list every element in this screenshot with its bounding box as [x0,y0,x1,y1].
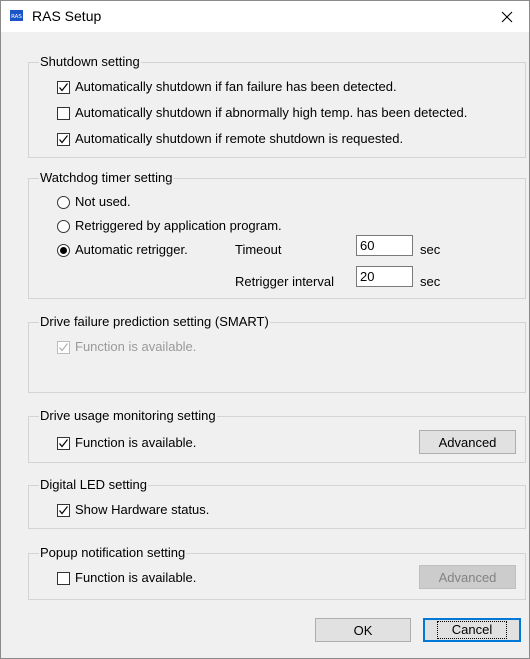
smart-setting-title: Drive failure prediction setting (SMART) [39,314,270,330]
show-hardware-status-checkbox[interactable] [57,503,70,517]
high-temp-checkbox-row[interactable]: Automatically shutdown if abnormally hig… [57,105,467,121]
watchdog-timer-group: Watchdog timer setting Not used. Retrigg… [28,170,526,299]
smart-function-checkbox[interactable] [57,340,70,354]
remote-shutdown-label: Automatically shutdown if remote shutdow… [75,131,404,146]
popup-notification-title: Popup notification setting [39,545,187,561]
digital-led-title: Digital LED setting [39,477,148,493]
ras-app-icon: RAS [10,10,23,21]
timeout-input[interactable]: 60 [356,235,413,256]
popup-advanced-button[interactable]: Advanced [419,565,516,589]
cancel-button[interactable]: Cancel [423,618,521,642]
not-used-radio[interactable] [57,195,70,209]
smart-function-checkbox-row[interactable]: Function is available. [57,339,196,355]
drive-usage-function-label: Function is available. [75,435,197,450]
not-used-label: Not used. [75,194,131,209]
show-hardware-status-row[interactable]: Show Hardware status. [57,502,209,518]
close-button[interactable] [485,1,529,32]
retrigger-interval-input[interactable]: 20 [356,266,413,287]
smart-setting-group: Drive failure prediction setting (SMART)… [28,314,526,393]
popup-function-checkbox-row[interactable]: Function is available. [57,570,196,586]
window-title: RAS Setup [32,8,102,24]
fan-failure-checkbox[interactable] [57,80,70,94]
timeout-unit: sec [420,242,441,257]
remote-shutdown-checkbox-row[interactable]: Automatically shutdown if remote shutdow… [57,131,403,147]
drive-usage-group: Drive usage monitoring setting Function … [28,408,526,463]
automatic-retrigger-radio-row[interactable]: Automatic retrigger. [57,242,188,258]
check-icon [59,505,68,514]
popup-notification-group: Popup notification setting Function is a… [28,545,526,600]
high-temp-checkbox[interactable] [57,106,70,120]
check-icon [59,438,68,447]
check-icon [59,342,68,351]
close-icon [501,11,513,22]
digital-led-group: Digital LED setting Show Hardware status… [28,477,526,529]
remote-shutdown-checkbox[interactable] [57,132,70,146]
shutdown-setting-group: Shutdown setting Automatically shutdown … [28,54,526,158]
smart-function-label: Function is available. [75,339,197,354]
retrigger-interval-label: Retrigger interval [235,274,334,289]
retriggered-app-radio[interactable] [57,219,70,233]
drive-usage-checkbox-row[interactable]: Function is available. [57,435,196,451]
popup-function-label: Function is available. [75,570,197,585]
retriggered-app-radio-row[interactable]: Retriggered by application program. [57,218,282,234]
drive-usage-advanced-button[interactable]: Advanced [419,430,516,454]
ras-setup-dialog: RAS RAS Setup Shutdown setting Automatic… [0,0,530,659]
ok-button[interactable]: OK [315,618,411,642]
automatic-retrigger-label: Automatic retrigger. [75,242,188,257]
retrigger-interval-unit: sec [420,274,441,289]
fan-failure-label: Automatically shutdown if fan failure ha… [75,79,397,94]
popup-function-checkbox[interactable] [57,571,70,585]
title-bar: RAS RAS Setup [1,1,529,32]
drive-usage-title: Drive usage monitoring setting [39,408,217,424]
shutdown-setting-title: Shutdown setting [39,54,141,70]
automatic-retrigger-radio[interactable] [57,243,70,257]
drive-usage-checkbox[interactable] [57,436,70,450]
watchdog-timer-title: Watchdog timer setting [39,170,174,186]
check-icon [59,134,68,143]
show-hardware-status-label: Show Hardware status. [75,502,210,517]
check-icon [59,82,68,91]
timeout-label: Timeout [235,242,282,257]
not-used-radio-row[interactable]: Not used. [57,194,131,210]
retriggered-app-label: Retriggered by application program. [75,218,282,233]
high-temp-label: Automatically shutdown if abnormally hig… [75,105,468,120]
fan-failure-checkbox-row[interactable]: Automatically shutdown if fan failure ha… [57,79,397,95]
radio-selected-dot [60,246,67,254]
svg-text:RAS: RAS [11,14,22,20]
cancel-button-label: Cancel [436,621,508,639]
